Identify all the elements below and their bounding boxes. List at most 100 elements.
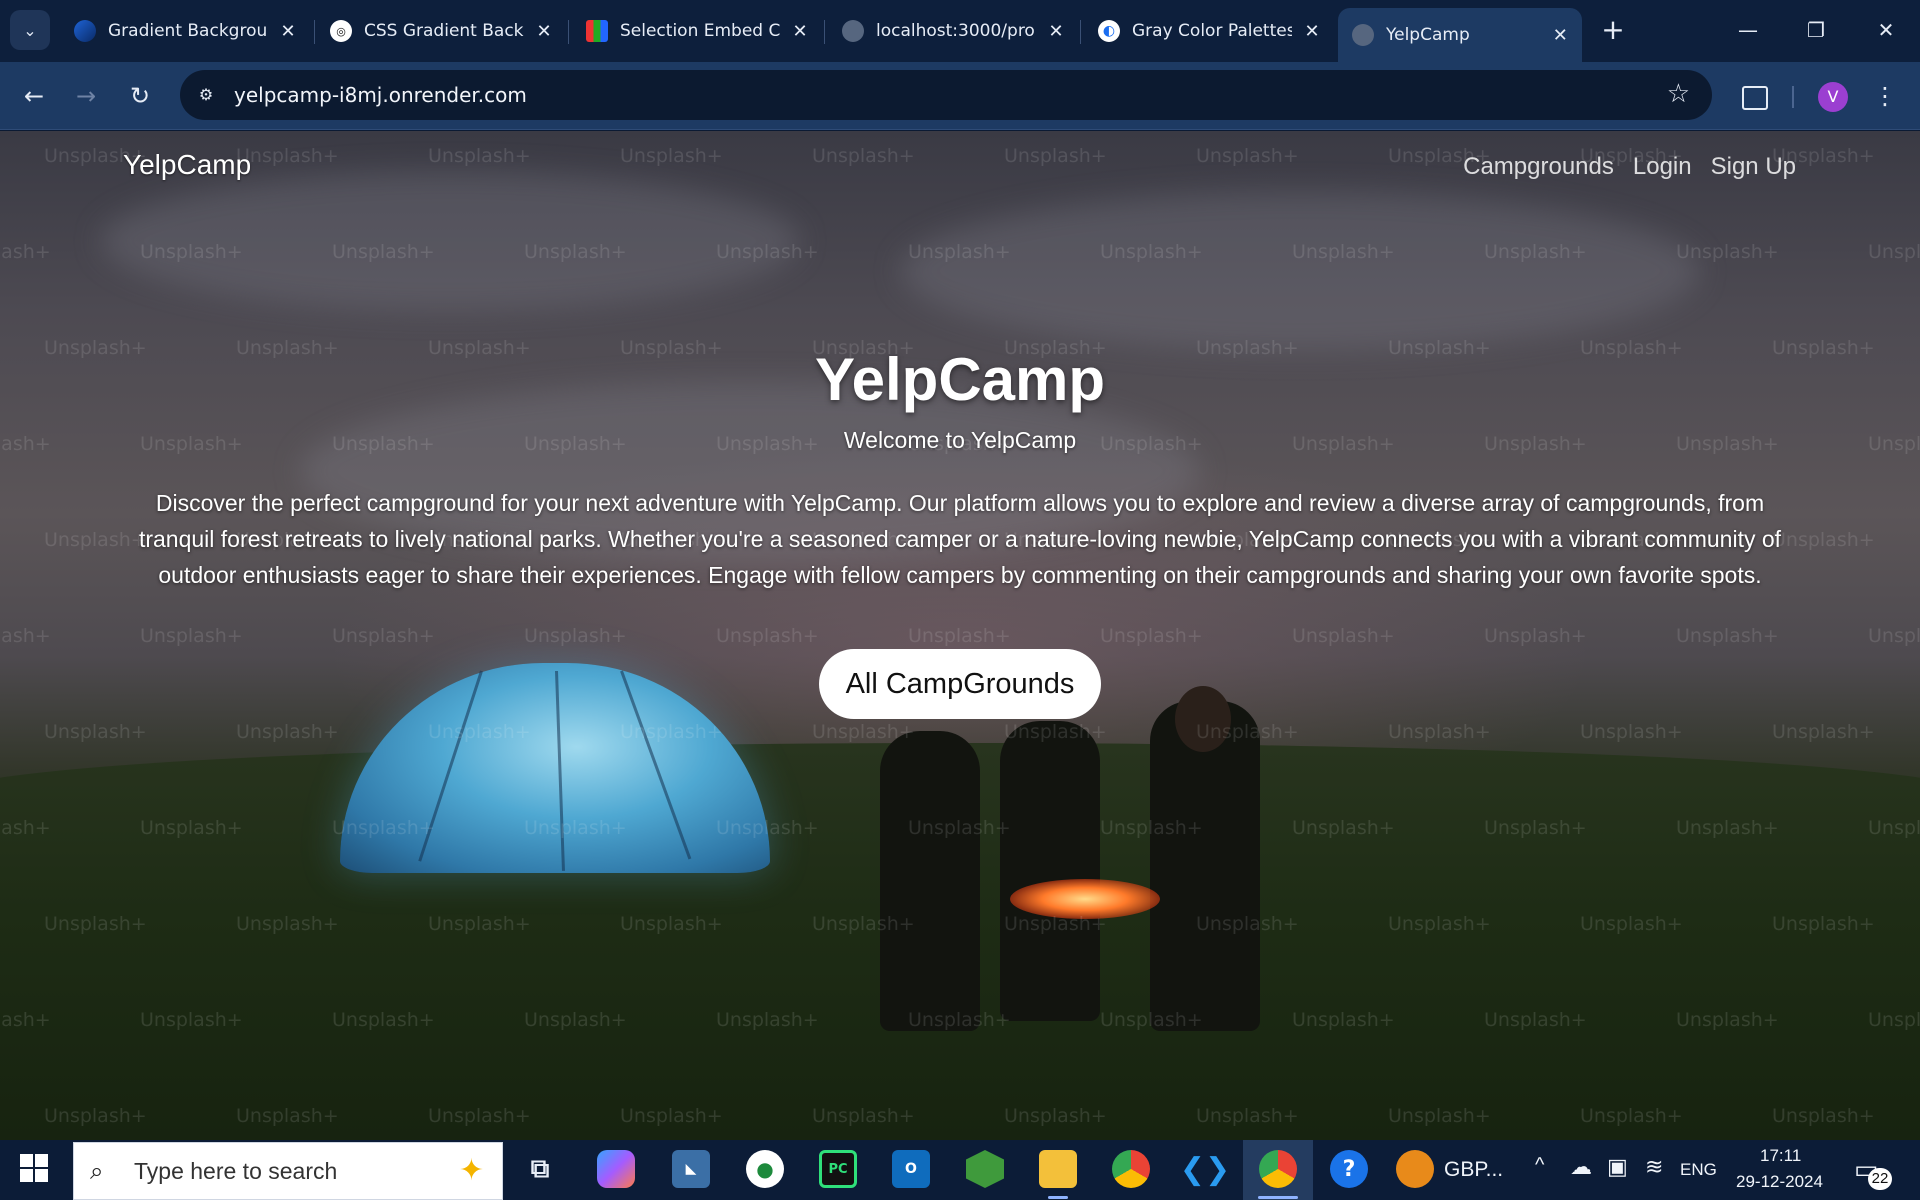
hero-subtitle: Welcome to YelpCamp (843, 427, 1077, 453)
mongodb-compass-icon[interactable]: ● (746, 1150, 784, 1188)
tab-selection-embed[interactable]: Selection Embed C ✕ (572, 8, 822, 54)
nodejs-icon[interactable] (966, 1150, 1004, 1188)
chevron-up-icon[interactable]: ^ (1535, 1154, 1544, 1177)
close-icon[interactable]: ✕ (1302, 21, 1322, 42)
zoho-icon (586, 20, 608, 42)
all-campgrounds-button[interactable]: All CampGrounds (819, 649, 1101, 719)
clock-date[interactable]: 29-12-2024 (1736, 1172, 1823, 1192)
watermark-text: Unsplash+ (332, 625, 435, 647)
tent-image (340, 663, 770, 873)
close-icon[interactable]: ✕ (534, 21, 554, 42)
url-text[interactable]: yelpcamp-i8mj.onrender.com (234, 83, 527, 107)
watermark-text: Unsplash+ (44, 721, 147, 743)
camper-silhouette (880, 731, 980, 1031)
camper-head (1175, 686, 1231, 752)
tab-title: CSS Gradient Back (364, 21, 524, 41)
currency-label[interactable]: GBP... (1444, 1158, 1503, 1182)
chrome-profile-icon[interactable] (1259, 1150, 1297, 1188)
globe-icon (1352, 24, 1374, 46)
camper-silhouette (1000, 721, 1100, 1021)
running-indicator (1048, 1196, 1068, 1199)
cloud (900, 191, 1700, 351)
hero-title: YelpCamp (814, 346, 1106, 413)
page-viewport: Unsplash+ Unsplash+ Unsplash+ Unsplash+ Unsp… (0, 131, 1920, 1140)
watermark-text: Unsplash+ (1868, 625, 1920, 647)
language-indicator[interactable]: ENG (1680, 1160, 1717, 1180)
extensions-icon[interactable] (1736, 76, 1772, 116)
watermark-text: Unsplash+ (1580, 721, 1683, 743)
watermark-text: Unsplash+ (1292, 625, 1395, 647)
profile-avatar[interactable]: V (1818, 82, 1848, 112)
back-button[interactable]: ← (16, 78, 52, 114)
nav-link-signup[interactable]: Sign Up (1711, 153, 1796, 181)
watermark-text: Unsplash+ (0, 241, 51, 263)
tab-gray-color-palettes[interactable]: ◐ Gray Color Palettes ✕ (1084, 8, 1334, 54)
file-explorer-icon[interactable] (1039, 1150, 1077, 1188)
tab-separator (824, 20, 825, 44)
watermark-text: Unsplash+ (1772, 721, 1875, 743)
watermark-text: Unsplash+ (428, 145, 531, 167)
reload-button[interactable]: ↻ (122, 78, 158, 114)
hero-description: Discover the perfect campground for your… (138, 490, 1782, 588)
copilot-icon[interactable] (597, 1150, 635, 1188)
globe-icon (842, 20, 864, 42)
tab-gradient-background[interactable]: Gradient Backgrou ✕ (60, 8, 310, 54)
mysql-workbench-icon[interactable]: ◣ (672, 1150, 710, 1188)
toolbar-divider (1792, 86, 1794, 108)
outlook-icon[interactable]: O (892, 1150, 930, 1188)
currency-icon (1396, 1150, 1434, 1188)
tab-localhost[interactable]: localhost:3000/pro ✕ (828, 8, 1078, 54)
campfire-glow (1010, 879, 1160, 919)
notification-center-icon[interactable]: ▭ 22 (1854, 1152, 1892, 1190)
nav-link-login[interactable]: Login (1633, 153, 1692, 181)
site-brand[interactable]: YelpCamp (123, 149, 251, 181)
forward-button[interactable]: → (68, 78, 104, 114)
close-icon[interactable]: ✕ (278, 21, 298, 42)
colors-icon: ◐ (1098, 20, 1120, 42)
close-icon[interactable]: ✕ (790, 21, 810, 42)
tab-title: Selection Embed C (620, 21, 780, 41)
tab-search-button[interactable]: ⌄ (10, 10, 50, 50)
wifi-icon[interactable]: ≋ (1645, 1154, 1663, 1180)
task-view-icon[interactable]: ⧉ (521, 1150, 559, 1188)
watermark-text: Unsplash+ (0, 625, 51, 647)
tab-separator (568, 20, 569, 44)
close-icon[interactable]: ✕ (1046, 21, 1066, 42)
new-tab-button[interactable]: + (1596, 14, 1630, 46)
help-icon[interactable]: ? (1330, 1150, 1368, 1188)
chrome-icon[interactable] (1112, 1150, 1150, 1188)
watermark-text: Unsplash+ (620, 145, 723, 167)
onedrive-cloud-icon[interactable]: ☁ (1570, 1154, 1592, 1180)
cloud (100, 171, 800, 311)
restore-button[interactable]: ❐ (1794, 12, 1838, 48)
tab-title: Gray Color Palettes (1132, 21, 1292, 41)
watermark-text: Unsplash+ (140, 625, 243, 647)
minimize-button[interactable]: — (1726, 12, 1770, 48)
windows-taskbar: ⌕ Type here to search ✦ ⧉ ◣ ● PC O ❮❯ ? … (0, 1140, 1920, 1200)
watermark-text: Unsplash+ (236, 145, 339, 167)
close-icon[interactable]: ✕ (1551, 25, 1570, 46)
chatgpt-icon: ◎ (330, 20, 352, 42)
tab-yelpcamp[interactable]: YelpCamp ✕ (1338, 8, 1582, 62)
tab-css-gradient[interactable]: ◎ CSS Gradient Back ✕ (316, 8, 566, 54)
nav-link-campgrounds[interactable]: Campgrounds (1463, 153, 1614, 181)
watermark-text: Unsplash+ (236, 721, 339, 743)
watermark-text: Unsplash+ (1196, 145, 1299, 167)
browser-menu-icon[interactable]: ⋮ (1872, 78, 1898, 114)
watermark-text: Unsplash+ (1676, 625, 1779, 647)
pycharm-icon[interactable]: PC (819, 1150, 857, 1188)
close-window-button[interactable]: ✕ (1864, 12, 1908, 48)
watermark-text: Unsplash+ (812, 145, 915, 167)
taskbar-search[interactable]: ⌕ Type here to search ✦ (73, 1142, 503, 1200)
address-bar[interactable]: ⚙ yelpcamp-i8mj.onrender.com ☆ (180, 70, 1712, 120)
windows-start-button[interactable] (20, 1154, 50, 1184)
watermark-text: Unsplash+ (524, 625, 627, 647)
search-placeholder: Type here to search (134, 1157, 338, 1184)
chevron-down-icon: ⌄ (23, 20, 37, 40)
site-info-icon[interactable]: ⚙ (192, 81, 220, 109)
vscode-icon[interactable]: ❮❯ (1180, 1150, 1230, 1188)
running-indicator (1258, 1196, 1298, 1199)
power-status-icon[interactable]: ▣ (1607, 1154, 1628, 1180)
bookmark-star-icon[interactable]: ☆ (1667, 79, 1690, 109)
clock-time[interactable]: 17:11 (1760, 1146, 1801, 1166)
